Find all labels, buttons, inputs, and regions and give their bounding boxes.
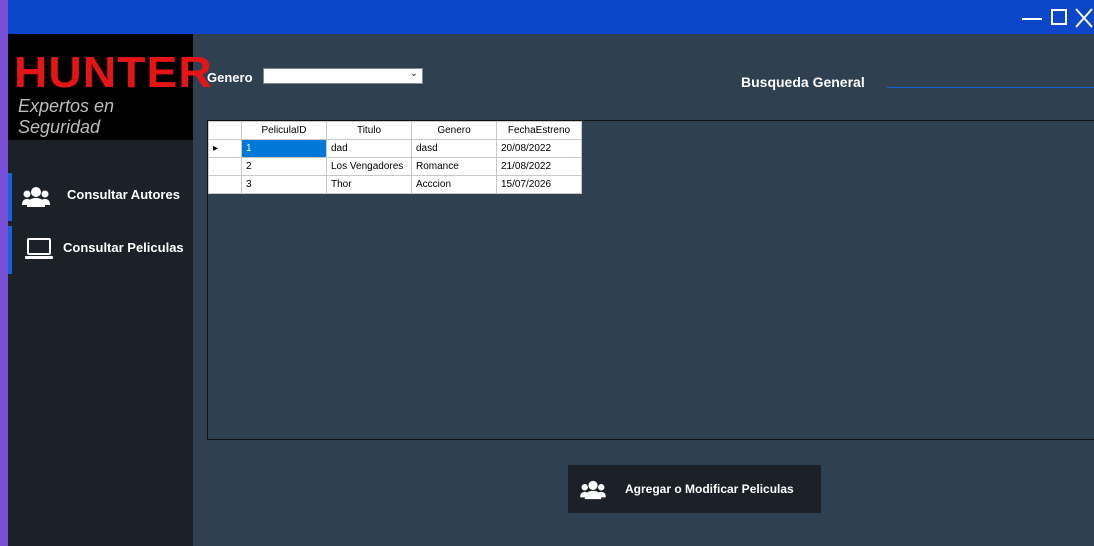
- row-header: [208, 175, 242, 194]
- table-cell[interactable]: dasd: [411, 139, 497, 158]
- agregar-modificar-button[interactable]: Agregar o Modificar Peliculas: [568, 465, 821, 513]
- agregar-modificar-label: Agregar o Modificar Peliculas: [625, 482, 794, 496]
- column-header[interactable]: PeliculaID: [241, 121, 327, 140]
- genero-select[interactable]: ⌄: [263, 68, 423, 84]
- row-header: [208, 157, 242, 176]
- close-icon[interactable]: [1074, 6, 1094, 30]
- table-header-row: PeliculaID Titulo Genero FechaEstreno: [208, 121, 582, 140]
- sidebar-item-label: Consultar Peliculas: [63, 240, 184, 255]
- column-header[interactable]: FechaEstreno: [496, 121, 582, 140]
- table-row[interactable]: 2 Los Vengadores Romance 21/08/2022: [208, 157, 582, 176]
- table-cell[interactable]: Romance: [411, 157, 497, 176]
- chevron-down-icon[interactable]: ⌄: [410, 68, 418, 79]
- table-row[interactable]: 3 Thor Acccion 15/07/2026: [208, 175, 582, 194]
- app-window: HUNTER Expertos en Seguridad Consultar A…: [8, 0, 1094, 546]
- maximize-icon[interactable]: [1048, 6, 1072, 30]
- nav-accent: [8, 173, 12, 221]
- table-cell[interactable]: 3: [241, 175, 327, 194]
- users-icon: [580, 479, 606, 501]
- logo-text: HUNTER: [14, 48, 213, 97]
- logo-subtitle: Expertos en Seguridad: [18, 96, 115, 137]
- minimize-icon[interactable]: [1020, 6, 1044, 30]
- table-cell[interactable]: Thor: [326, 175, 412, 194]
- logo: HUNTER Expertos en Seguridad: [8, 34, 212, 140]
- busqueda-input[interactable]: [887, 87, 1094, 88]
- row-header-corner: [208, 121, 242, 140]
- table-cell[interactable]: 1: [241, 139, 327, 158]
- main-panel: Genero ⌄ Busqueda General PeliculaID Tit…: [193, 34, 1094, 546]
- table-cell[interactable]: dad: [326, 139, 412, 158]
- users-icon: [22, 185, 50, 209]
- table-cell[interactable]: Los Vengadores: [326, 157, 412, 176]
- table-cell[interactable]: 20/08/2022: [496, 139, 582, 158]
- table-cell[interactable]: 21/08/2022: [496, 157, 582, 176]
- sidebar: HUNTER Expertos en Seguridad Consultar A…: [8, 34, 212, 546]
- busqueda-label: Busqueda General: [741, 74, 865, 90]
- nav-accent: [8, 226, 12, 274]
- title-bar: [8, 0, 1094, 34]
- table-cell[interactable]: 15/07/2026: [496, 175, 582, 194]
- table-cell[interactable]: Acccion: [411, 175, 497, 194]
- laptop-icon: [24, 236, 53, 260]
- data-grid[interactable]: PeliculaID Titulo Genero FechaEstreno ▸ …: [207, 120, 1094, 440]
- genero-label: Genero: [207, 70, 253, 85]
- column-header[interactable]: Genero: [411, 121, 497, 140]
- sidebar-item-peliculas[interactable]: Consultar Peliculas: [8, 226, 193, 274]
- table-row[interactable]: ▸ 1 dad dasd 20/08/2022: [208, 139, 582, 158]
- sidebar-item-label: Consultar Autores: [67, 187, 180, 202]
- table-cell[interactable]: 2: [241, 157, 327, 176]
- row-pointer-icon: ▸: [208, 139, 242, 158]
- sidebar-item-autores[interactable]: Consultar Autores: [8, 173, 193, 221]
- column-header[interactable]: Titulo: [326, 121, 412, 140]
- peliculas-table[interactable]: PeliculaID Titulo Genero FechaEstreno ▸ …: [208, 121, 582, 194]
